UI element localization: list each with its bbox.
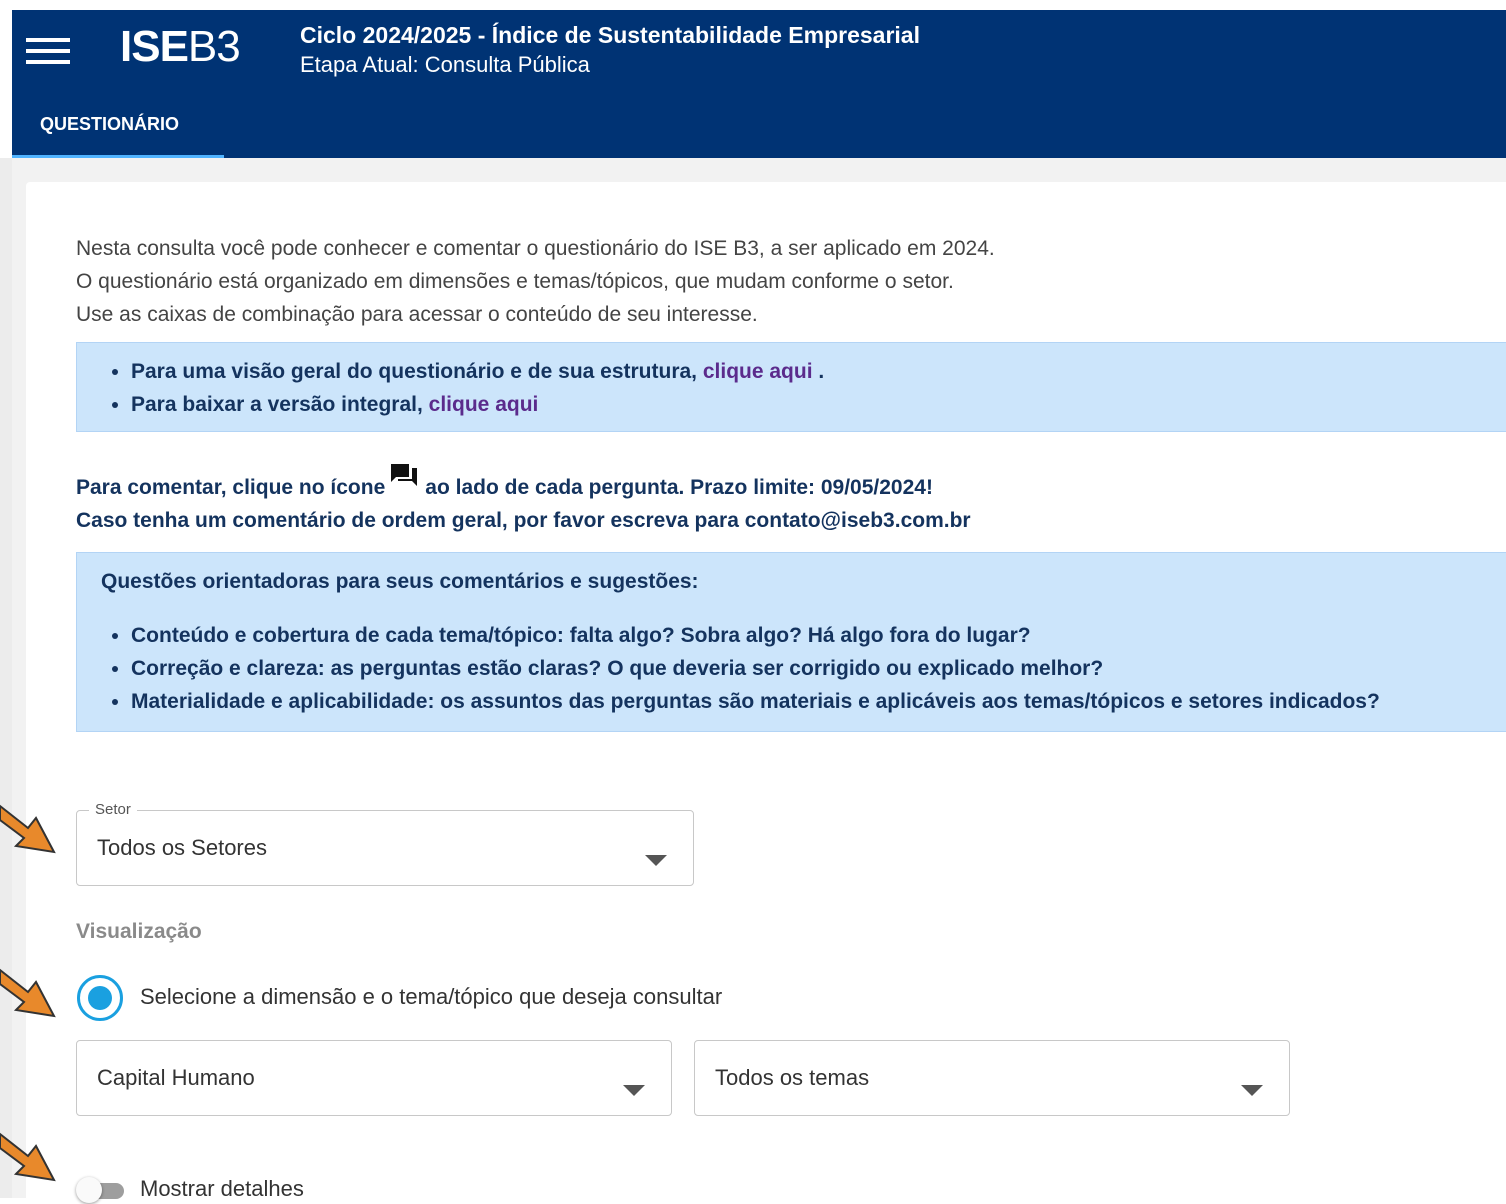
theme-value: Todos os temas [715,1065,870,1090]
caret-down-icon [623,1085,645,1096]
left-gutter [0,158,12,1198]
ise-b3-logo: ISEB3 [120,22,241,71]
details-toggle-label: Mostrar detalhes [140,1176,304,1201]
download-item: Para baixar a versão integral, clique aq… [131,388,824,421]
theme-select[interactable]: Todos os temas [694,1040,1290,1116]
download-link[interactable]: clique aqui [429,393,539,416]
sector-value: Todos os Setores [97,835,267,860]
overview-item: Para uma visão geral do questionário e d… [131,355,824,388]
main-content: Nesta consulta você pode conhecer e come… [12,158,1506,1203]
sector-select[interactable]: Setor Todos os Setores [76,801,694,886]
current-stage: Etapa Atual: Consulta Pública [300,52,590,77]
guide-item: Materialidade e aplicabilidade: os assun… [131,685,1380,718]
tab-label: QUESTIONÁRIO [40,114,180,134]
caret-down-icon [645,855,667,866]
visualization-label: Visualização [76,920,202,943]
hamburger-menu-icon[interactable] [26,38,70,70]
dimension-select[interactable]: Capital Humano [76,1040,672,1116]
caret-down-icon [1241,1085,1263,1096]
comment-instructions: Para comentar, clique no ícone ao lado de… [76,462,971,537]
overview-link[interactable]: clique aqui [703,360,813,383]
content-card: Nesta consulta você pode conhecer e come… [26,182,1506,1203]
guide-heading: Questões orientadoras para seus comentár… [101,570,699,593]
arrow-pointer-icon [0,1132,56,1182]
guide-item: Conteúdo e cobertura de cada tema/tópico… [131,619,1380,652]
guide-box: Questões orientadoras para seus comentár… [76,552,1506,732]
cycle-title: Ciclo 2024/2025 - Índice de Sustentabili… [300,22,920,48]
top-app-bar: ISEB3 Ciclo 2024/2025 - Índice de Susten… [12,10,1506,158]
arrow-pointer-icon [0,968,56,1018]
chat-bubbles-icon [391,464,418,486]
toggle-knob [76,1177,102,1203]
radio-label: Selecione a dimensão e o tema/tópico que… [140,984,723,1009]
info-box: Para uma visão geral do questionário e d… [76,342,1506,432]
sector-legend: Setor [89,801,137,818]
radio-dot [88,986,112,1010]
cycle-info: Ciclo 2024/2025 - Índice de Sustentabili… [300,20,920,80]
details-toggle[interactable] [76,1176,128,1204]
dimension-value: Capital Humano [97,1065,255,1090]
intro-text: Nesta consulta você pode conhecer e come… [76,237,995,326]
dimension-radio[interactable] [76,974,124,1022]
arrow-pointer-icon [0,804,56,854]
tab-questionario[interactable]: QUESTIONÁRIO [12,100,224,158]
guide-item: Correção e clareza: as perguntas estão c… [131,652,1380,685]
